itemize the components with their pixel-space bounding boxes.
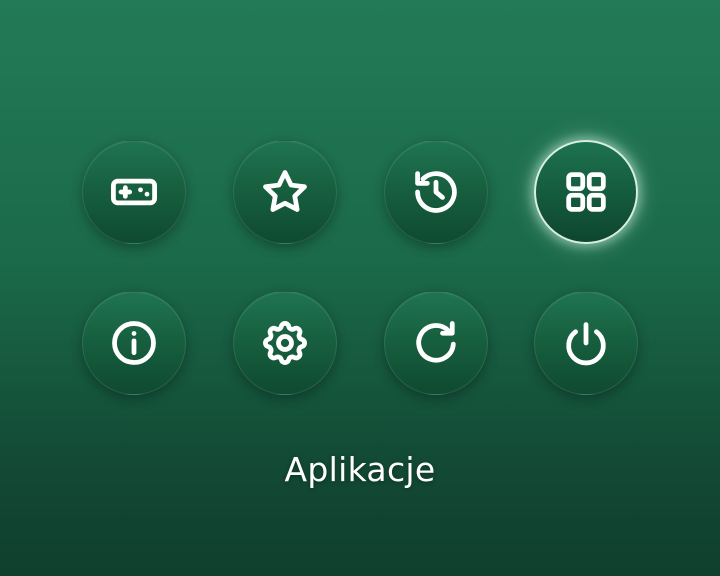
info-icon	[112, 321, 156, 365]
favorites-button[interactable]	[233, 140, 337, 244]
gamepad-icon	[111, 178, 157, 206]
star-icon	[263, 170, 307, 212]
info-button[interactable]	[82, 291, 186, 395]
history-button[interactable]	[384, 140, 488, 244]
history-icon	[415, 171, 457, 213]
power-button[interactable]	[534, 291, 638, 395]
refresh-icon	[416, 321, 456, 363]
power-icon	[566, 322, 606, 366]
selected-item-label: Aplikacje	[284, 450, 436, 489]
grid-apps-icon	[566, 172, 606, 212]
games-button[interactable]	[82, 140, 186, 244]
settings-button[interactable]	[233, 291, 337, 395]
restart-button[interactable]	[384, 291, 488, 395]
gear-icon	[263, 321, 307, 365]
apps-button[interactable]	[534, 140, 638, 244]
